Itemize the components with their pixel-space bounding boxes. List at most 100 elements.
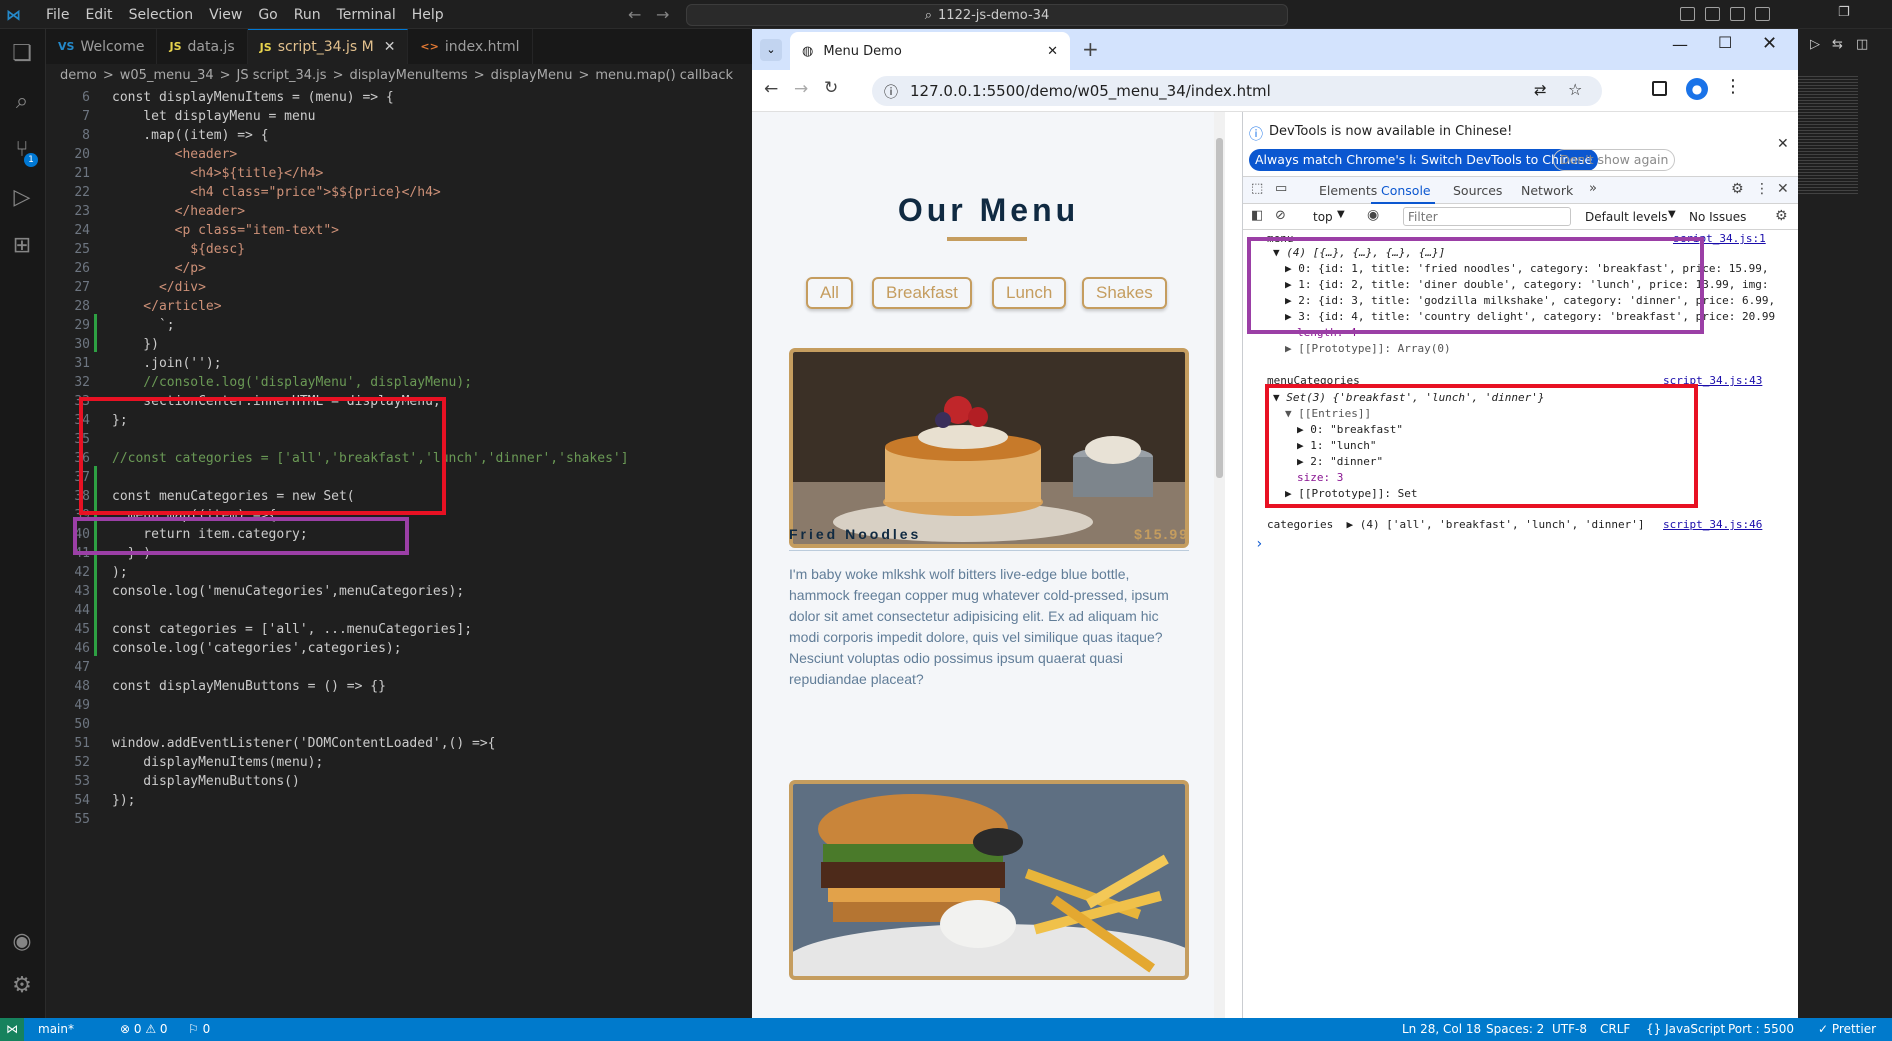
context-selector[interactable]: top (1313, 210, 1333, 224)
restore-window-icon[interactable]: ❐ (1838, 5, 1850, 20)
gear-icon[interactable]: ⚙ (9, 973, 35, 999)
clear-console-icon[interactable]: ⊘ (1275, 208, 1286, 223)
code-line[interactable]: console.log('menuCategories',menuCategor… (112, 582, 464, 601)
menu-selection[interactable]: Selection (121, 7, 202, 23)
devtools-menu-icon[interactable]: ⋮ (1755, 181, 1769, 197)
code-line[interactable]: //console.log('displayMenu', displayMenu… (112, 373, 472, 392)
customize-layout-icon[interactable] (1755, 7, 1770, 21)
code-line[interactable]: <p class="item-text"> (112, 221, 339, 240)
forward-icon[interactable]: → (794, 79, 808, 99)
issues-counter[interactable]: No Issues (1689, 210, 1746, 224)
more-tabs-icon[interactable]: » (1589, 181, 1597, 196)
menu-go[interactable]: Go (250, 7, 285, 23)
categories-log[interactable]: categories ▶ (4) ['all', 'breakfast', 'l… (1267, 518, 1645, 531)
breadcrumb-item[interactable]: menu.map() callback (595, 68, 733, 83)
run-debug-icon[interactable]: ▷ (9, 185, 35, 211)
code-line[interactable]: </article> (112, 297, 221, 316)
code-line[interactable]: displayMenuItems(menu); (112, 753, 323, 772)
toggle-sidebar-icon[interactable] (1680, 7, 1695, 21)
menu-help[interactable]: Help (404, 7, 452, 23)
device-toolbar-icon[interactable]: ▭ (1275, 181, 1287, 196)
code-line[interactable]: <header> (112, 145, 238, 164)
tab-welcome[interactable]: VS Welcome (46, 29, 158, 64)
code-editor[interactable]: 6 const displayMenuItems = (menu) => {7 l… (46, 86, 752, 1018)
settings-gear-icon[interactable]: ⚙ (1731, 181, 1744, 197)
code-line[interactable]: `; (112, 316, 175, 335)
tab-script-34-js[interactable]: JS script_34.js M ✕ (247, 29, 409, 64)
compare-icon[interactable]: ⇆ (1832, 37, 1843, 52)
log-levels-dropdown[interactable]: Default levels (1585, 210, 1667, 224)
tab-console[interactable]: Console (1381, 183, 1431, 198)
ports-counter[interactable]: ⚐ 0 (188, 1022, 210, 1036)
toggle-panel-icon[interactable] (1705, 7, 1720, 21)
code-line[interactable]: </div> (112, 278, 206, 297)
minimize-icon[interactable]: — (1672, 35, 1688, 54)
forward-arrow-icon[interactable]: → (656, 5, 669, 24)
close-window-icon[interactable]: ✕ (1762, 33, 1777, 54)
breadcrumb-item[interactable]: displayMenuItems (349, 68, 467, 83)
filter-shakes-button[interactable]: Shakes (1082, 277, 1167, 309)
indentation[interactable]: Spaces: 2 (1486, 1022, 1544, 1036)
close-tab-icon[interactable]: ✕ (1047, 44, 1058, 59)
language-mode[interactable]: {} JavaScript (1646, 1022, 1725, 1036)
code-line[interactable]: <h4 class="price">$${price}</h4> (112, 183, 440, 202)
scrollbar-thumb[interactable] (1216, 138, 1223, 478)
browser-tab[interactable]: ◍ Menu Demo ✕ (790, 32, 1070, 70)
new-tab-icon[interactable]: + (1082, 37, 1099, 61)
side-panel-icon[interactable] (1652, 81, 1667, 96)
profile-avatar[interactable]: ● (1686, 78, 1708, 100)
split-editor-icon[interactable]: ◫ (1856, 37, 1868, 52)
sidebar-toggle-icon[interactable]: ◧ (1251, 208, 1263, 223)
dont-show-again-button[interactable]: Don't show again (1553, 149, 1676, 171)
code-line[interactable]: const categories = ['all', ...menuCatego… (112, 620, 472, 639)
back-icon[interactable]: ← (764, 79, 778, 99)
explorer-icon[interactable]: ❏ (9, 41, 35, 67)
menu-file[interactable]: File (38, 7, 77, 23)
page-scrollbar[interactable] (1214, 112, 1225, 1018)
maximize-icon[interactable]: ☐ (1718, 33, 1732, 52)
code-line[interactable]: const displayMenuItems = (menu) => { (112, 88, 394, 107)
console-settings-icon[interactable]: ⚙ (1775, 208, 1788, 224)
close-devtools-icon[interactable]: ✕ (1777, 181, 1789, 197)
url-field[interactable]: ⓘ 127.0.0.1:5500/demo/w05_menu_34/index.… (872, 76, 1602, 106)
tab-sources[interactable]: Sources (1453, 183, 1502, 198)
code-line[interactable]: </header> (112, 202, 245, 221)
breadcrumb-item[interactable]: JS script_34.js (237, 68, 327, 83)
code-line[interactable]: let displayMenu = menu (112, 107, 315, 126)
account-icon[interactable]: ◉ (9, 929, 35, 955)
console-filter-input[interactable] (1403, 207, 1571, 226)
menu-edit[interactable]: Edit (77, 7, 120, 23)
search-icon[interactable]: ⌕ (9, 89, 35, 115)
breadcrumb-item[interactable]: displayMenu (491, 68, 573, 83)
back-arrow-icon[interactable]: ← (628, 5, 641, 24)
command-center[interactable]: ⌕ 1122-js-demo-34 (686, 4, 1288, 26)
close-banner-icon[interactable]: ✕ (1777, 136, 1789, 152)
tab-network[interactable]: Network (1521, 183, 1573, 198)
menu-terminal[interactable]: Terminal (329, 7, 404, 23)
tab-elements[interactable]: Elements (1319, 183, 1377, 198)
problems-counter[interactable]: ⊗ 0 ⚠ 0 (120, 1022, 168, 1036)
filter-breakfast-button[interactable]: Breakfast (872, 277, 972, 309)
code-line[interactable]: }) (112, 335, 159, 354)
breadcrumb-item[interactable]: w05_menu_34 (120, 68, 214, 83)
minimap[interactable] (1798, 74, 1858, 194)
code-line[interactable]: ${desc} (112, 240, 245, 259)
breadcrumb-item[interactable]: demo (60, 68, 97, 83)
toggle-secondary-sidebar-icon[interactable] (1730, 7, 1745, 21)
cursor-position[interactable]: Ln 28, Col 18 (1402, 1022, 1481, 1036)
reload-icon[interactable]: ↻ (824, 78, 838, 98)
filter-all-button[interactable]: All (806, 277, 853, 309)
encoding[interactable]: UTF-8 (1552, 1022, 1587, 1036)
run-icon[interactable]: ▷ (1810, 37, 1820, 52)
code-line[interactable]: .map((item) => { (112, 126, 268, 145)
filter-lunch-button[interactable]: Lunch (992, 277, 1067, 309)
code-line[interactable]: </p> (112, 259, 206, 278)
tab-data-js[interactable]: JS data.js (157, 29, 248, 64)
inspect-icon[interactable]: ⬚ (1251, 181, 1263, 196)
menu-run[interactable]: Run (286, 7, 329, 23)
tab-index-html[interactable]: <> index.html (408, 29, 533, 64)
bookmark-star-icon[interactable]: ☆ (1568, 80, 1582, 99)
live-server-port[interactable]: Port : 5500 (1728, 1022, 1794, 1036)
code-line[interactable]: .join(''); (112, 354, 221, 373)
console-prompt[interactable]: › (1255, 536, 1263, 552)
